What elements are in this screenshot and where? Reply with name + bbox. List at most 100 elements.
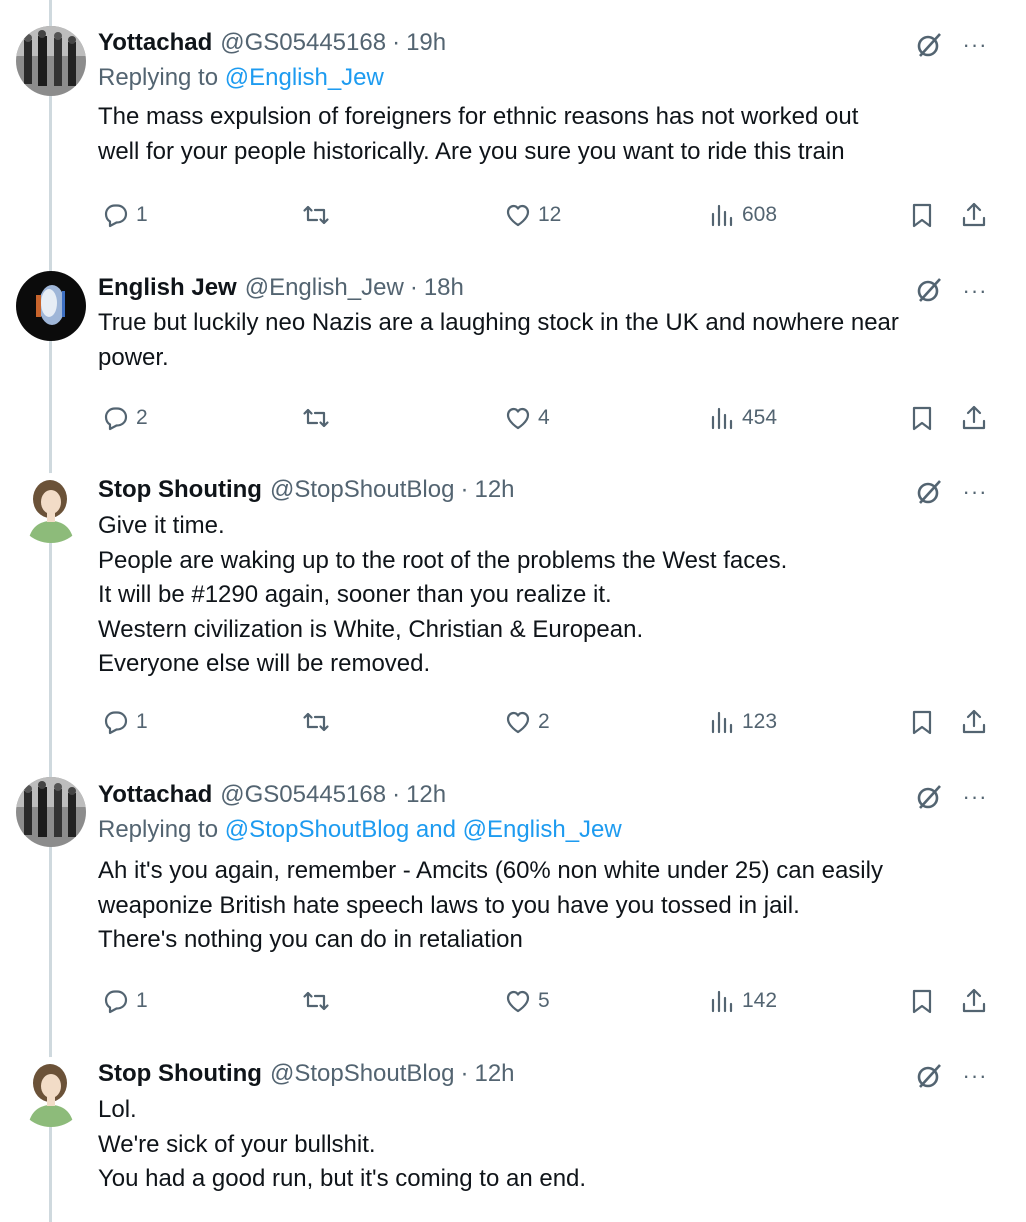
avatar[interactable] bbox=[16, 1057, 86, 1127]
tweet-text: Lol. We're sick of your bullshit. You ha… bbox=[98, 1093, 996, 1197]
reply-button[interactable]: 1 bbox=[102, 195, 148, 235]
user-handle[interactable]: @StopShoutBlog bbox=[270, 1060, 455, 1088]
tweet-text: The mass expulsion of foreigners for eth… bbox=[98, 100, 996, 169]
like-button[interactable]: 12 bbox=[504, 195, 561, 235]
bookmark-button[interactable] bbox=[908, 195, 936, 235]
reply-icon bbox=[104, 204, 128, 228]
timestamp[interactable]: 18h bbox=[424, 274, 464, 302]
replying-to-label: Replying to bbox=[98, 64, 225, 91]
tweet-text-line: Everyone else will be removed. bbox=[98, 650, 431, 678]
reply-icon bbox=[104, 407, 128, 431]
tweet-actions: 2 4 454 bbox=[98, 398, 998, 438]
reply-mention-link[interactable]: @StopShoutBlog and @English_Jew bbox=[225, 816, 622, 843]
reply-count: 1 bbox=[136, 203, 148, 226]
separator: · bbox=[460, 476, 469, 503]
tweet-text-line: We're sick of your bullshit. bbox=[98, 1130, 376, 1158]
view-count: 123 bbox=[742, 710, 778, 733]
heart-icon bbox=[506, 711, 530, 734]
retweet-button[interactable] bbox=[302, 195, 336, 235]
timestamp[interactable]: 12h bbox=[406, 781, 446, 809]
more-options-icon[interactable]: ··· bbox=[960, 34, 990, 64]
views-button[interactable]: 454 bbox=[708, 398, 777, 438]
retweet-button[interactable] bbox=[302, 398, 336, 438]
reply-button[interactable]: 1 bbox=[102, 702, 148, 742]
display-name[interactable]: English Jew bbox=[98, 274, 237, 302]
tweet-text-line: People are waking up to the root of the … bbox=[98, 546, 788, 574]
views-icon bbox=[711, 407, 733, 430]
reply-icon bbox=[104, 990, 128, 1014]
grok-icon[interactable] bbox=[914, 275, 944, 305]
like-button[interactable]: 5 bbox=[504, 981, 550, 1021]
bookmark-icon bbox=[912, 989, 932, 1014]
avatar[interactable] bbox=[16, 271, 86, 341]
share-icon bbox=[962, 405, 986, 430]
views-button[interactable]: 608 bbox=[708, 195, 777, 235]
separator: · bbox=[392, 781, 401, 808]
avatar[interactable] bbox=[16, 473, 86, 543]
avatar[interactable] bbox=[16, 777, 86, 847]
reply-mention-link[interactable]: @English_Jew bbox=[225, 64, 384, 91]
like-button[interactable]: 4 bbox=[504, 398, 550, 438]
replying-to: Replying to @StopShoutBlog and @English_… bbox=[98, 812, 996, 848]
retweet-button[interactable] bbox=[302, 981, 336, 1021]
tweet-header: Yottachad @GS05445168 · 12h bbox=[98, 778, 996, 812]
bookmark-icon bbox=[912, 203, 932, 228]
timestamp[interactable]: 19h bbox=[406, 29, 446, 57]
separator: · bbox=[392, 29, 401, 56]
tweet-text-line: Ah it's you again, remember - Amcits (60… bbox=[98, 857, 883, 884]
display-name[interactable]: Yottachad bbox=[98, 29, 212, 57]
views-button[interactable]: 142 bbox=[708, 981, 777, 1021]
display-name[interactable]: Yottachad bbox=[98, 781, 212, 809]
more-options-icon[interactable]: ··· bbox=[960, 786, 990, 816]
grok-icon[interactable] bbox=[914, 782, 944, 812]
bookmark-button[interactable] bbox=[908, 398, 936, 438]
user-handle[interactable]: @GS05445168 bbox=[220, 29, 386, 57]
like-count: 4 bbox=[538, 406, 550, 429]
share-icon bbox=[962, 988, 986, 1013]
avatar[interactable] bbox=[16, 26, 86, 96]
bookmark-button[interactable] bbox=[908, 981, 936, 1021]
avatar-illustration-icon bbox=[16, 1057, 86, 1127]
display-name[interactable]: Stop Shouting bbox=[98, 1060, 262, 1088]
timestamp[interactable]: 12h bbox=[474, 1060, 514, 1088]
grok-icon[interactable] bbox=[914, 1061, 944, 1091]
replying-to-label: Replying to bbox=[98, 816, 225, 843]
tweet-text: Give it time. People are waking up to th… bbox=[98, 509, 996, 682]
more-options-icon[interactable]: ··· bbox=[960, 481, 990, 511]
tweet-text-line: True but luckily neo Nazis are a laughin… bbox=[98, 309, 899, 336]
share-button[interactable] bbox=[960, 398, 988, 438]
tweet-text: Ah it's you again, remember - Amcits (60… bbox=[98, 854, 996, 958]
grok-icon[interactable] bbox=[914, 30, 944, 60]
timestamp[interactable]: 12h bbox=[474, 476, 514, 504]
views-button[interactable]: 123 bbox=[708, 702, 777, 742]
share-button[interactable] bbox=[960, 702, 988, 742]
bookmark-button[interactable] bbox=[908, 702, 936, 742]
grok-icon[interactable] bbox=[914, 477, 944, 507]
more-options-icon[interactable]: ··· bbox=[960, 280, 990, 310]
display-name[interactable]: Stop Shouting bbox=[98, 476, 262, 504]
share-button[interactable] bbox=[960, 981, 988, 1021]
reply-button[interactable]: 1 bbox=[102, 981, 148, 1021]
user-handle[interactable]: @English_Jew bbox=[245, 274, 404, 302]
user-handle[interactable]: @StopShoutBlog bbox=[270, 476, 455, 504]
bookmark-icon bbox=[912, 710, 932, 735]
tweet-text-line: There's nothing you can do in retaliatio… bbox=[98, 926, 523, 954]
heart-icon bbox=[506, 990, 530, 1013]
like-count: 12 bbox=[538, 203, 562, 226]
share-button[interactable] bbox=[960, 195, 988, 235]
separator: · bbox=[409, 274, 418, 301]
avatar-photo-icon bbox=[16, 271, 86, 341]
tweet-text-line: Give it time. bbox=[98, 512, 225, 539]
heart-icon bbox=[506, 407, 530, 430]
tweet-text-line: weaponize British hate speech laws to yo… bbox=[98, 891, 800, 919]
retweet-button[interactable] bbox=[302, 702, 336, 742]
replying-to: Replying to @English_Jew bbox=[98, 60, 996, 96]
reply-count: 2 bbox=[136, 406, 148, 429]
like-button[interactable]: 2 bbox=[504, 702, 550, 742]
user-handle[interactable]: @GS05445168 bbox=[220, 781, 386, 809]
reply-icon bbox=[104, 711, 128, 735]
more-options-icon[interactable]: ··· bbox=[960, 1065, 990, 1095]
heart-icon bbox=[506, 204, 530, 227]
reply-button[interactable]: 2 bbox=[102, 398, 148, 438]
tweet-header: English Jew @English_Jew · 18h bbox=[98, 271, 996, 305]
